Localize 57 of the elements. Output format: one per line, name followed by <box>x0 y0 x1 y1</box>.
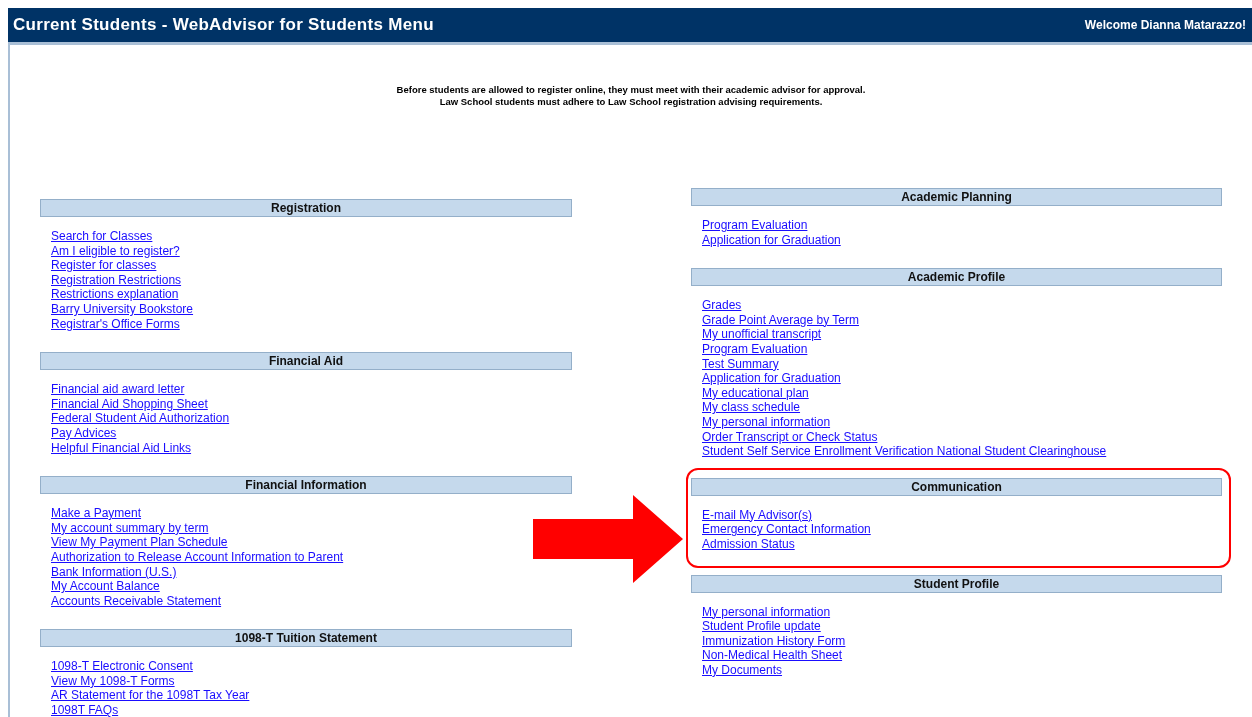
menu-link[interactable]: Student Profile update <box>702 619 821 634</box>
section-header: Financial Information <box>40 476 572 495</box>
section-header: Financial Aid <box>40 352 572 371</box>
section-header: Registration <box>40 199 572 217</box>
menu-link[interactable]: Register for classes <box>51 258 157 273</box>
menu-link[interactable]: Financial aid award letter <box>51 382 185 397</box>
menu-link[interactable]: View My 1098-T Forms <box>51 673 175 689</box>
menu-link[interactable]: View My Payment Plan Schedule <box>51 535 228 550</box>
menu-link[interactable]: My personal information <box>702 414 831 430</box>
menu-link[interactable]: Restrictions explanation <box>51 287 179 302</box>
menu-link[interactable]: Search for Classes <box>51 229 153 244</box>
notice-text: Before students are allowed to register online, they must meet with their academic advisor for approval. <box>395 84 867 96</box>
menu-link[interactable]: Pay Advices <box>51 425 117 441</box>
menu-link[interactable]: Emergency Contact Information <box>702 522 871 537</box>
menu-link[interactable]: Student Self Service Enrollment Verification National Student Clearinghouse <box>702 444 1107 459</box>
menu-link[interactable]: 1098T FAQs <box>51 703 119 717</box>
menu-link[interactable]: 1098-T Electronic Consent <box>51 659 193 674</box>
menu-link[interactable]: Registration Restrictions <box>51 272 182 288</box>
menu-link[interactable]: Immunization History Form <box>702 633 846 649</box>
menu-link[interactable]: Order Transcript or Check Status <box>702 429 878 445</box>
menu-link[interactable]: AR Statement for the 1098T Tax Year <box>51 688 250 704</box>
menu-link[interactable]: My Account Balance <box>51 579 160 594</box>
menu-link[interactable]: Accounts Receivable Statement <box>51 593 222 609</box>
menu-link[interactable]: Grade Point Average by Term <box>702 312 859 328</box>
menu-link[interactable]: Bank Information (U.S.) <box>51 564 177 580</box>
menu-link[interactable]: Authorization to Release Account Information to Parent <box>51 549 344 565</box>
menu-link[interactable]: Make a Payment <box>51 506 142 521</box>
menu-link[interactable]: E-mail My Advisor(s) <box>702 507 812 523</box>
page-title: Current Students - WebAdvisor for Students Menu <box>13 15 434 35</box>
menu-link[interactable]: Program Evaluation <box>702 341 808 357</box>
menu-link[interactable]: Grades <box>702 298 742 313</box>
menu-link[interactable]: Financial Aid Shopping Sheet <box>51 396 208 412</box>
welcome-text: Welcome Dianna Matarazzo! <box>1084 18 1246 32</box>
menu-link[interactable]: My class schedule <box>702 400 801 415</box>
section-header: Academic Profile <box>691 268 1222 287</box>
menu-link[interactable]: Admission Status <box>702 536 795 552</box>
section-header: Communication <box>691 477 1222 496</box>
menu-link[interactable]: My account summary by term <box>51 520 209 536</box>
menu-link[interactable]: My educational plan <box>702 385 809 401</box>
menu-link[interactable]: Non-Medical Health Sheet <box>702 648 843 663</box>
menu-link[interactable]: Program Evaluation <box>702 218 808 233</box>
menu-link[interactable]: Federal Student Aid Authorization <box>51 411 230 426</box>
section-header: 1098-T Tuition Statement <box>40 629 572 648</box>
section-header: Student Profile <box>691 574 1222 593</box>
menu-link[interactable]: Helpful Financial Aid Links <box>51 440 192 456</box>
menu-link[interactable]: Application for Graduation <box>702 232 841 248</box>
section-header: Academic Planning <box>691 188 1222 206</box>
menu-link[interactable]: Am I eligible to register? <box>51 243 180 259</box>
menu-link[interactable]: Application for Graduation <box>702 371 841 386</box>
menu-link[interactable]: Barry University Bookstore <box>51 301 194 317</box>
menu-link[interactable]: My Documents <box>702 662 783 678</box>
menu-link[interactable]: Test Summary <box>702 356 779 372</box>
menu-link[interactable]: My unofficial transcript <box>702 327 822 342</box>
arrow-icon <box>533 495 683 583</box>
menu-link[interactable]: My personal information <box>702 604 831 620</box>
notice-text: Law School students must adhere to Law School registration advising requirements. <box>438 96 824 108</box>
menu-link[interactable]: Registrar's Office Forms <box>51 316 180 332</box>
